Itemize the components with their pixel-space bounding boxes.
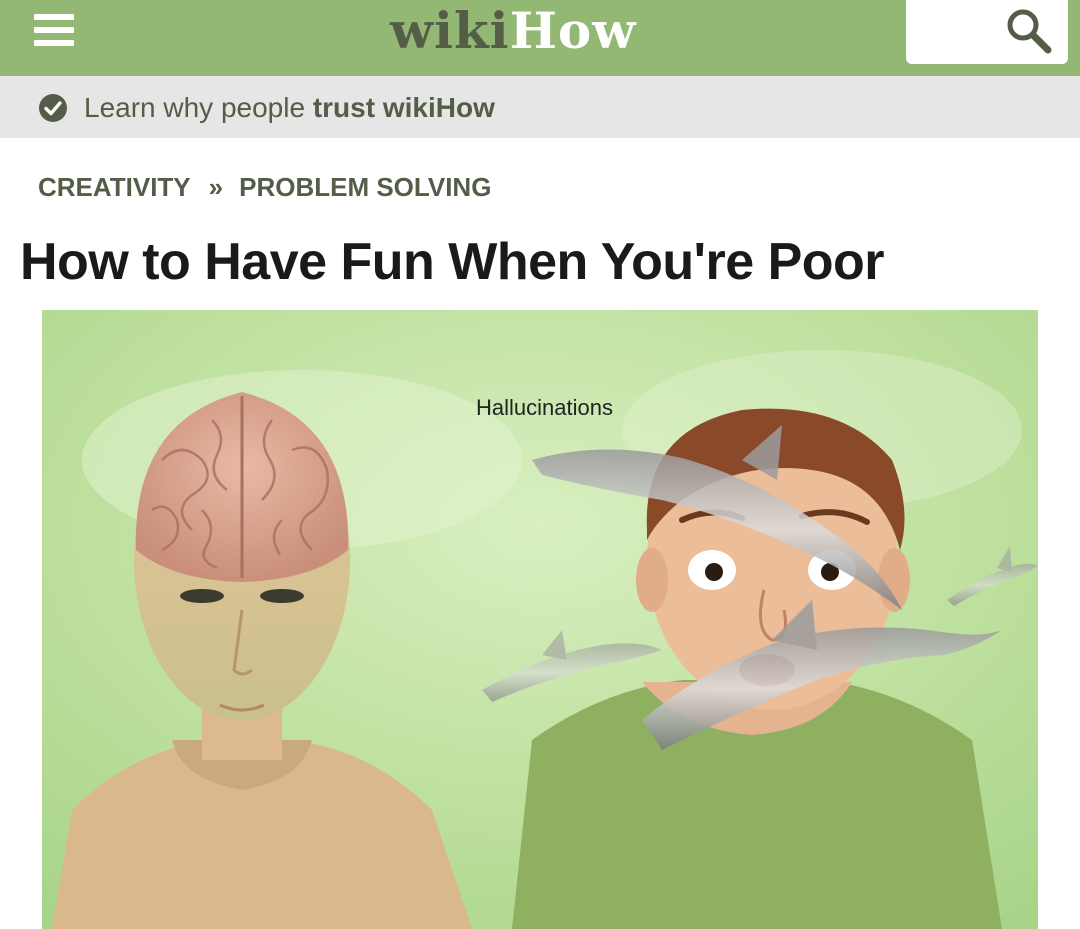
logo-how-text: How: [509, 1, 637, 60]
illustration-caption: Hallucinations: [476, 395, 613, 420]
top-header: wikiHow: [0, 0, 1080, 76]
trust-bar: Learn why people trust wikiHow: [0, 76, 1080, 138]
wikihow-logo[interactable]: wikiHow: [390, 1, 636, 61]
breadcrumb-separator: »: [208, 172, 224, 202]
article-illustration: Hallucinations: [42, 310, 1038, 929]
check-circle-icon: [39, 94, 67, 122]
menu-bar: [34, 27, 74, 33]
menu-bar: [34, 14, 74, 20]
logo-wiki-text: wiki: [390, 1, 510, 60]
page-title: How to Have Fun When You're Poor: [20, 233, 885, 291]
trust-text-bold: trust wikiHow: [312, 92, 495, 123]
hamburger-menu-icon[interactable]: [34, 10, 74, 50]
breadcrumb-item-creativity[interactable]: CREATIVITY: [38, 172, 191, 202]
breadcrumb-item-problem-solving[interactable]: PROBLEM SOLVING: [239, 172, 491, 202]
trust-link[interactable]: Learn why people trust wikiHow: [84, 92, 495, 124]
menu-bar: [34, 40, 74, 46]
trust-text-prefix: Learn why people: [84, 92, 313, 123]
search-input[interactable]: [906, 0, 1068, 64]
breadcrumb: CREATIVITY » PROBLEM SOLVING: [38, 172, 491, 203]
search-icon[interactable]: [1002, 4, 1054, 56]
